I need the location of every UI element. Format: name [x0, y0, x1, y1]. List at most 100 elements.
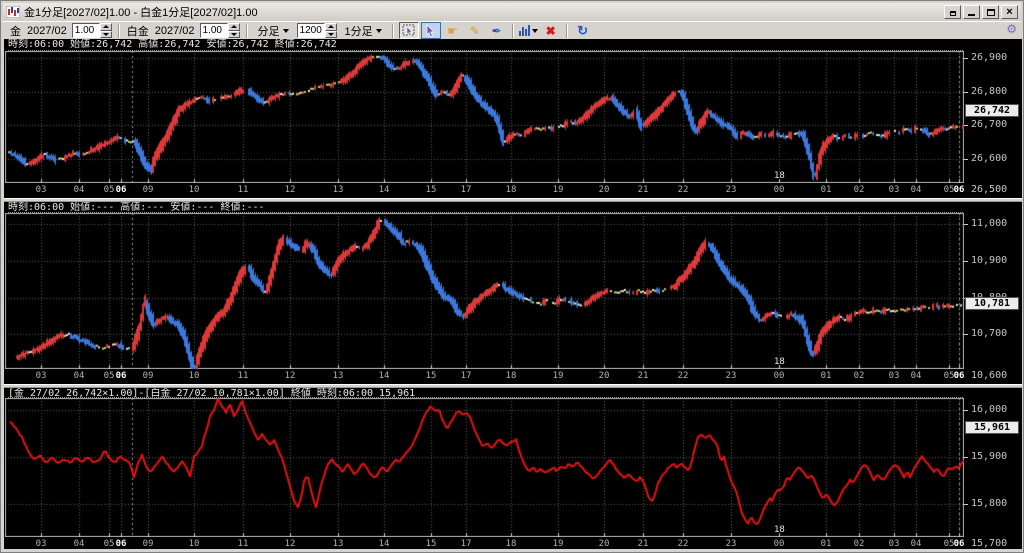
minimize-icon	[968, 14, 975, 16]
hour-label: 02	[854, 185, 865, 195]
hour-label: 18	[506, 539, 517, 549]
title-bar[interactable]: 金1分足[2027/02]1.00 - 白金1分足[2027/02]1.00 ×	[3, 3, 1021, 21]
hour-label: 00	[774, 185, 785, 195]
hour-label: 04	[74, 185, 85, 195]
hour-label: 15	[426, 185, 437, 195]
hour-label: 09	[143, 539, 154, 549]
y-axis-label: 15,900	[971, 452, 1007, 462]
hour-label: 19	[553, 185, 564, 195]
pencil-tool-button[interactable]: ✎	[465, 22, 485, 39]
hour-label: 02	[854, 371, 865, 381]
bar-chart-icon	[519, 25, 530, 36]
hour-label: 15	[426, 371, 437, 381]
minimize-button[interactable]	[963, 5, 980, 19]
y-axis-label: 11,000	[971, 219, 1007, 229]
x-axis-spread-gold-platinum[interactable]: 0304050609101112131415171819202122230001…	[5, 537, 964, 550]
toolbar: 金 2027/02 1.00 白金 2027/02 1.00 分足 1200 1…	[3, 21, 1021, 39]
hour-label: 18	[506, 185, 517, 195]
hour-label: 10	[189, 371, 200, 381]
settings-wrench-button[interactable]: ⚙	[1006, 22, 1017, 36]
y-axis-tick	[964, 261, 968, 262]
hour-label: 22	[678, 185, 689, 195]
hour-label: 18	[506, 371, 517, 381]
interval-dropdown[interactable]: 1分足	[342, 22, 385, 40]
platinum-multiplier-spinner[interactable]	[228, 23, 240, 38]
separator	[566, 24, 568, 38]
plot-gold-1min[interactable]	[5, 51, 964, 183]
hour-label: 11	[238, 539, 249, 549]
hour-label: 06	[954, 185, 965, 195]
hour-label: 23	[726, 185, 737, 195]
platinum-month: 2027/02	[155, 25, 195, 37]
interval-dropdown-label: 1分足	[345, 23, 373, 39]
y-axis-tick	[964, 457, 968, 458]
period-dropdown[interactable]: 分足	[255, 22, 292, 40]
cursor-tool-button[interactable]	[421, 22, 441, 39]
x-axis-gold-1min[interactable]: 0304050609101112131415171819202122230001…	[5, 183, 964, 196]
plot-platinum-1min[interactable]	[5, 213, 964, 369]
select-region-tool-button[interactable]	[399, 22, 419, 39]
y-axis-tick	[964, 410, 968, 411]
gold-multiplier-stepper[interactable]: 1.00	[72, 23, 112, 38]
hour-label: 22	[678, 539, 689, 549]
cursor-icon	[425, 24, 436, 37]
y-axis-tick	[964, 224, 968, 225]
pan-hand-tool-button[interactable]: ☛	[443, 22, 463, 39]
bar-count-spinner[interactable]	[325, 23, 337, 38]
select-region-icon	[402, 24, 416, 37]
hour-label: 06	[116, 185, 127, 195]
date-label: 18	[774, 525, 785, 535]
app-window: 金1分足[2027/02]1.00 - 白金1分足[2027/02]1.00 ×…	[0, 0, 1024, 553]
ohlc-info-line: [金 27/02 26,742×1.00]-[白金 27/02 10,781×1…	[8, 388, 963, 398]
hour-label: 11	[238, 185, 249, 195]
platinum-multiplier-value[interactable]: 1.00	[200, 23, 228, 38]
hour-label: 17	[461, 371, 472, 381]
hour-label: 13	[333, 371, 344, 381]
plot-spread-gold-platinum[interactable]	[5, 398, 964, 537]
y-axis-platinum-1min[interactable]: 11,00010,90010,80010,70010,60010,781	[964, 202, 1022, 384]
y-axis-label: 26,600	[971, 154, 1007, 164]
hour-label: 11	[238, 371, 249, 381]
hour-label: 01	[821, 185, 832, 195]
window-title: 金1分足[2027/02]1.00 - 白金1分足[2027/02]1.00	[24, 4, 258, 20]
hand-icon: ☛	[447, 25, 458, 37]
hour-label: 03	[36, 539, 47, 549]
hour-label: 03	[36, 371, 47, 381]
bar-count-value[interactable]: 1200	[297, 23, 325, 38]
delete-x-icon: ✖	[546, 25, 556, 37]
hour-label: 21	[638, 539, 649, 549]
platinum-multiplier-stepper[interactable]: 1.00	[200, 23, 240, 38]
pen-tool-button[interactable]: ✒	[487, 22, 507, 39]
cascade-button[interactable]	[944, 5, 961, 19]
chevron-down-icon	[532, 29, 538, 33]
y-axis-gold-1min[interactable]: 26,90026,80026,70026,60026,50026,742	[964, 39, 1022, 198]
hour-label: 03	[889, 371, 900, 381]
y-axis-tick	[964, 125, 968, 126]
separator	[512, 24, 514, 38]
hour-label: 20	[599, 185, 610, 195]
hour-label: 00	[774, 539, 785, 549]
y-axis-label: 10,900	[971, 256, 1007, 266]
refresh-icon: ↻	[577, 24, 588, 37]
chart-type-button[interactable]	[519, 22, 539, 39]
maximize-button[interactable]	[982, 5, 999, 19]
hour-label: 23	[726, 539, 737, 549]
gold-multiplier-spinner[interactable]	[100, 23, 112, 38]
hour-label: 10	[189, 185, 200, 195]
hour-label: 14	[379, 539, 390, 549]
x-axis-platinum-1min[interactable]: 0304050609101112131415171819202122230001…	[5, 369, 964, 382]
chart-panel-platinum-1min: 時刻:06:00 始値:--- 高値:--- 安値:--- 終値:--- 18 11…	[4, 202, 1022, 384]
hour-label: 06	[954, 539, 965, 549]
close-button[interactable]: ×	[1001, 5, 1018, 19]
hour-label: 21	[638, 185, 649, 195]
bar-count-stepper[interactable]: 1200	[297, 23, 337, 38]
ohlc-info-line: 時刻:06:00 始値:--- 高値:--- 安値:--- 終値:---	[8, 202, 963, 213]
y-axis-spread-gold-platinum[interactable]: 16,00015,90015,80015,70015,961	[964, 388, 1022, 549]
hour-label: 12	[285, 371, 296, 381]
ohlc-info-line: 時刻:06:00 始値:26,742 高値:26,742 安値:26,742 終…	[8, 39, 963, 51]
platinum-label: 白金	[127, 23, 149, 39]
y-axis-tick	[964, 58, 968, 59]
refresh-button[interactable]: ↻	[573, 22, 593, 39]
gold-multiplier-value[interactable]: 1.00	[72, 23, 100, 38]
delete-drawings-button[interactable]: ✖	[541, 22, 561, 39]
